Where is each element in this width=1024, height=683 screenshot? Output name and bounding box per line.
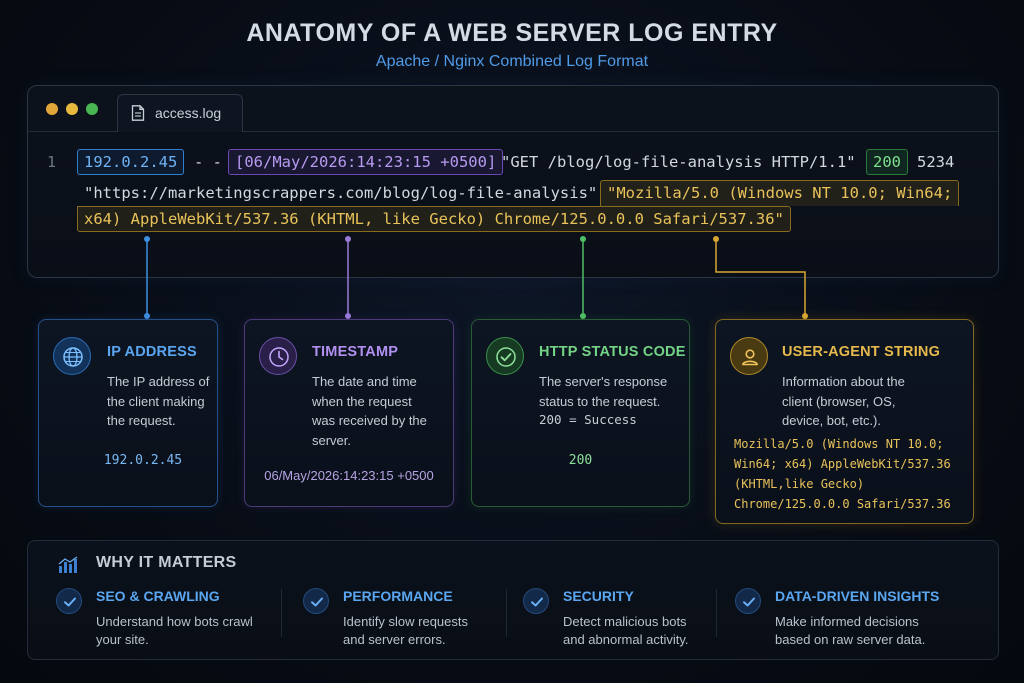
card-description: The server's response status to the requ… [539,374,668,409]
card-description: The date and time when the request was r… [312,374,427,448]
card-status-meaning: 200 = Success [539,412,637,427]
why-divider [506,589,507,637]
why-item-title: DATA-DRIVEN INSIGHTS [775,588,940,604]
card-description: The IP address of the client making the … [107,374,210,428]
card-user-agent: USER-AGENT STRING Information about the … [715,319,974,524]
card-value: 06/May/2026:14:23:15 +0500 [264,468,434,483]
card-timestamp: TIMESTAMP The date and time when the req… [244,319,454,507]
why-item-description: Identify slow requests and server errors… [343,614,469,647]
user-icon [742,349,758,366]
why-item-description: Detect malicious bots and abnormal activ… [563,614,689,647]
card-title: IP ADDRESS [107,344,197,360]
why-item-title: SEO & CRAWLING [96,588,220,604]
check-circle-icon [496,347,516,367]
globe-icon [63,347,83,367]
why-it-matters-panel: WHY IT MATTERS SEO & CRAWLING Understand… [27,540,999,660]
why-item-title: PERFORMANCE [343,588,453,604]
connector-status [580,236,586,319]
connector-user-agent [713,236,808,319]
why-item-title: SECURITY [563,588,634,604]
why-divider [281,589,282,637]
card-ip-address: IP ADDRESS The IP address of the client … [38,319,218,507]
why-title: WHY IT MATTERS [96,554,237,571]
clock-icon [269,347,289,367]
why-divider [716,589,717,637]
card-value: 192.0.2.45 [103,453,183,468]
card-title: TIMESTAMP [312,344,399,360]
check-icon [64,597,76,607]
connector-ip [144,236,150,319]
bar-chart-icon [58,556,78,573]
connector-timestamp [345,236,351,319]
why-item-description: Make informed decisions based on raw ser… [775,614,926,647]
why-item-description: Understand how bots crawl your site. [96,614,253,647]
check-icon [311,597,323,607]
card-value: 200 [568,453,593,468]
card-title: USER-AGENT STRING [782,344,941,360]
card-http-status: HTTP STATUS CODE The server's response s… [471,319,690,507]
check-icon [531,597,543,607]
card-value: Mozilla/5.0 (Windows NT 10.0; Win64; x64… [734,437,951,511]
card-description: Information about the client (browser, O… [782,374,905,428]
check-icon [743,597,755,607]
card-title: HTTP STATUS CODE [539,344,686,360]
